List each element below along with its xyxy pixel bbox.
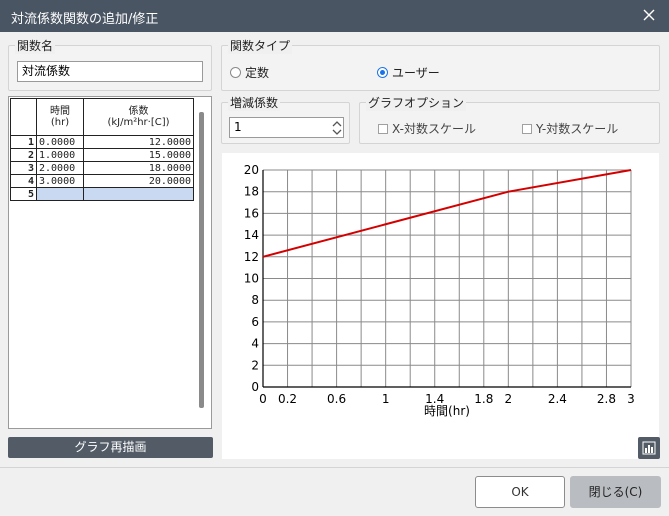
table-header-row: 時間 (hr) 係数 (kJ/m²hr·[C]) (10, 98, 194, 136)
y-tick-label: 2 (251, 358, 259, 372)
x-tick-label: 2 (505, 392, 513, 406)
y-log-label: Y-対数スケール (536, 122, 619, 136)
x-axis-label: 時間(hr) (424, 404, 470, 418)
y-tick-label: 4 (251, 337, 259, 351)
x-tick-label: 2.8 (597, 392, 616, 406)
y-tick-label: 12 (244, 250, 259, 264)
y-tick-label: 18 (244, 185, 259, 199)
col-coef-title: 係数 (128, 106, 149, 117)
func-name-input[interactable]: 対流係数 (17, 61, 203, 82)
ok-button[interactable]: OK (475, 476, 565, 508)
table-row[interactable]: 5 (10, 187, 194, 201)
row-number[interactable]: 4 (10, 174, 37, 188)
multiplier-input[interactable]: 1 (229, 117, 344, 138)
x-log-checkbox[interactable]: X-対数スケール (378, 120, 476, 137)
window-title: 対流係数関数の追加/修正 (11, 12, 159, 27)
data-table: 時間 (hr) 係数 (kJ/m²hr·[C]) 1 0.0000 12.000… (10, 98, 194, 201)
col-time-title: 時間 (50, 106, 70, 117)
cell-coef[interactable] (83, 187, 194, 201)
y-tick-label: 14 (244, 228, 259, 242)
row-header-corner (10, 98, 37, 136)
cell-time[interactable]: 3.0000 (36, 174, 84, 188)
graph-options-legend: グラフオプション (366, 94, 467, 111)
table-row[interactable]: 2 1.0000 15.0000 (10, 148, 194, 162)
close-icon[interactable] (639, 5, 659, 25)
y-tick-label: 20 (244, 163, 259, 177)
cell-coef[interactable]: 20.0000 (83, 174, 194, 188)
x-tick-label: 2.4 (548, 392, 567, 406)
col-coef-header[interactable]: 係数 (kJ/m²hr·[C]) (83, 98, 194, 136)
cell-coef[interactable]: 15.0000 (83, 148, 194, 162)
radio-constant[interactable]: 定数 (230, 64, 269, 81)
cell-time[interactable] (36, 187, 84, 201)
bar-chart-icon (642, 441, 656, 455)
x-log-box[interactable] (378, 123, 388, 134)
col-time-header[interactable]: 時間 (hr) (36, 98, 84, 136)
multiplier-legend: 増減係数 (228, 94, 281, 111)
table-row[interactable]: 1 0.0000 12.0000 (10, 135, 194, 149)
y-log-checkbox[interactable]: Y-対数スケール (522, 120, 618, 137)
row-number[interactable]: 2 (10, 148, 37, 162)
col-coef-unit: (kJ/m²hr·[C]) (107, 117, 170, 128)
row-number[interactable]: 1 (10, 135, 37, 149)
row-number[interactable]: 5 (10, 187, 37, 201)
y-log-box[interactable] (522, 123, 532, 134)
col-time-unit: (hr) (50, 117, 70, 128)
radio-user-dot[interactable] (377, 67, 388, 78)
cell-coef[interactable]: 12.0000 (83, 135, 194, 149)
x-tick-label: 0.2 (278, 392, 297, 406)
radio-user-label: ユーザー (392, 66, 440, 80)
cell-time[interactable]: 2.0000 (36, 161, 84, 175)
table-row[interactable]: 4 3.0000 20.0000 (10, 174, 194, 188)
y-tick-label: 0 (251, 380, 259, 394)
title-bar: 対流係数関数の追加/修正 (0, 0, 669, 32)
y-tick-label: 16 (244, 206, 259, 220)
dialog-body: 関数名 対流係数 関数タイプ 定数 ユーザー 増減係数 1 グラフオプション X… (0, 32, 669, 516)
footer-separator (0, 467, 669, 468)
grid-scrollbar[interactable] (199, 112, 204, 408)
chart-svg: 024681012141618200 0.2 0.6 1 1.4 1.8 2 2.4 2.8 3時… (244, 163, 635, 418)
y-tick-label: 10 (244, 272, 259, 286)
chart-area: 0 2 4 6 8 10 12 14 16 18 20 0 0.2 0.6 1 1.4 1.8 2 2.4 2.8 3 時… (222, 153, 659, 459)
cell-time[interactable]: 1.0000 (36, 148, 84, 162)
radio-user[interactable]: ユーザー (377, 64, 440, 81)
cell-time[interactable]: 0.0000 (36, 135, 84, 149)
row-number[interactable]: 3 (10, 161, 37, 175)
x-tick-label: 3 (627, 392, 635, 406)
spin-arrows-icon[interactable] (330, 118, 344, 138)
y-tick-label: 6 (251, 315, 259, 329)
y-tick-label: 8 (251, 293, 259, 307)
func-type-legend: 関数タイプ (228, 37, 293, 54)
x-tick-label: 0 (259, 392, 267, 406)
chart-settings-button[interactable] (638, 437, 660, 459)
x-tick-label: 1 (382, 392, 390, 406)
x-tick-label: 1.8 (474, 392, 493, 406)
x-log-label: X-対数スケール (392, 122, 476, 136)
redraw-graph-button[interactable]: グラフ再描画 (8, 437, 213, 458)
cell-coef[interactable]: 18.0000 (83, 161, 194, 175)
close-button[interactable]: 閉じる(C) (570, 476, 661, 508)
table-row[interactable]: 3 2.0000 18.0000 (10, 161, 194, 175)
radio-constant-dot[interactable] (230, 67, 241, 78)
func-name-legend: 関数名 (15, 37, 56, 54)
x-tick-label: 0.6 (327, 392, 346, 406)
data-grid[interactable]: 時間 (hr) 係数 (kJ/m²hr·[C]) 1 0.0000 12.000… (8, 96, 212, 429)
radio-constant-label: 定数 (245, 66, 270, 80)
